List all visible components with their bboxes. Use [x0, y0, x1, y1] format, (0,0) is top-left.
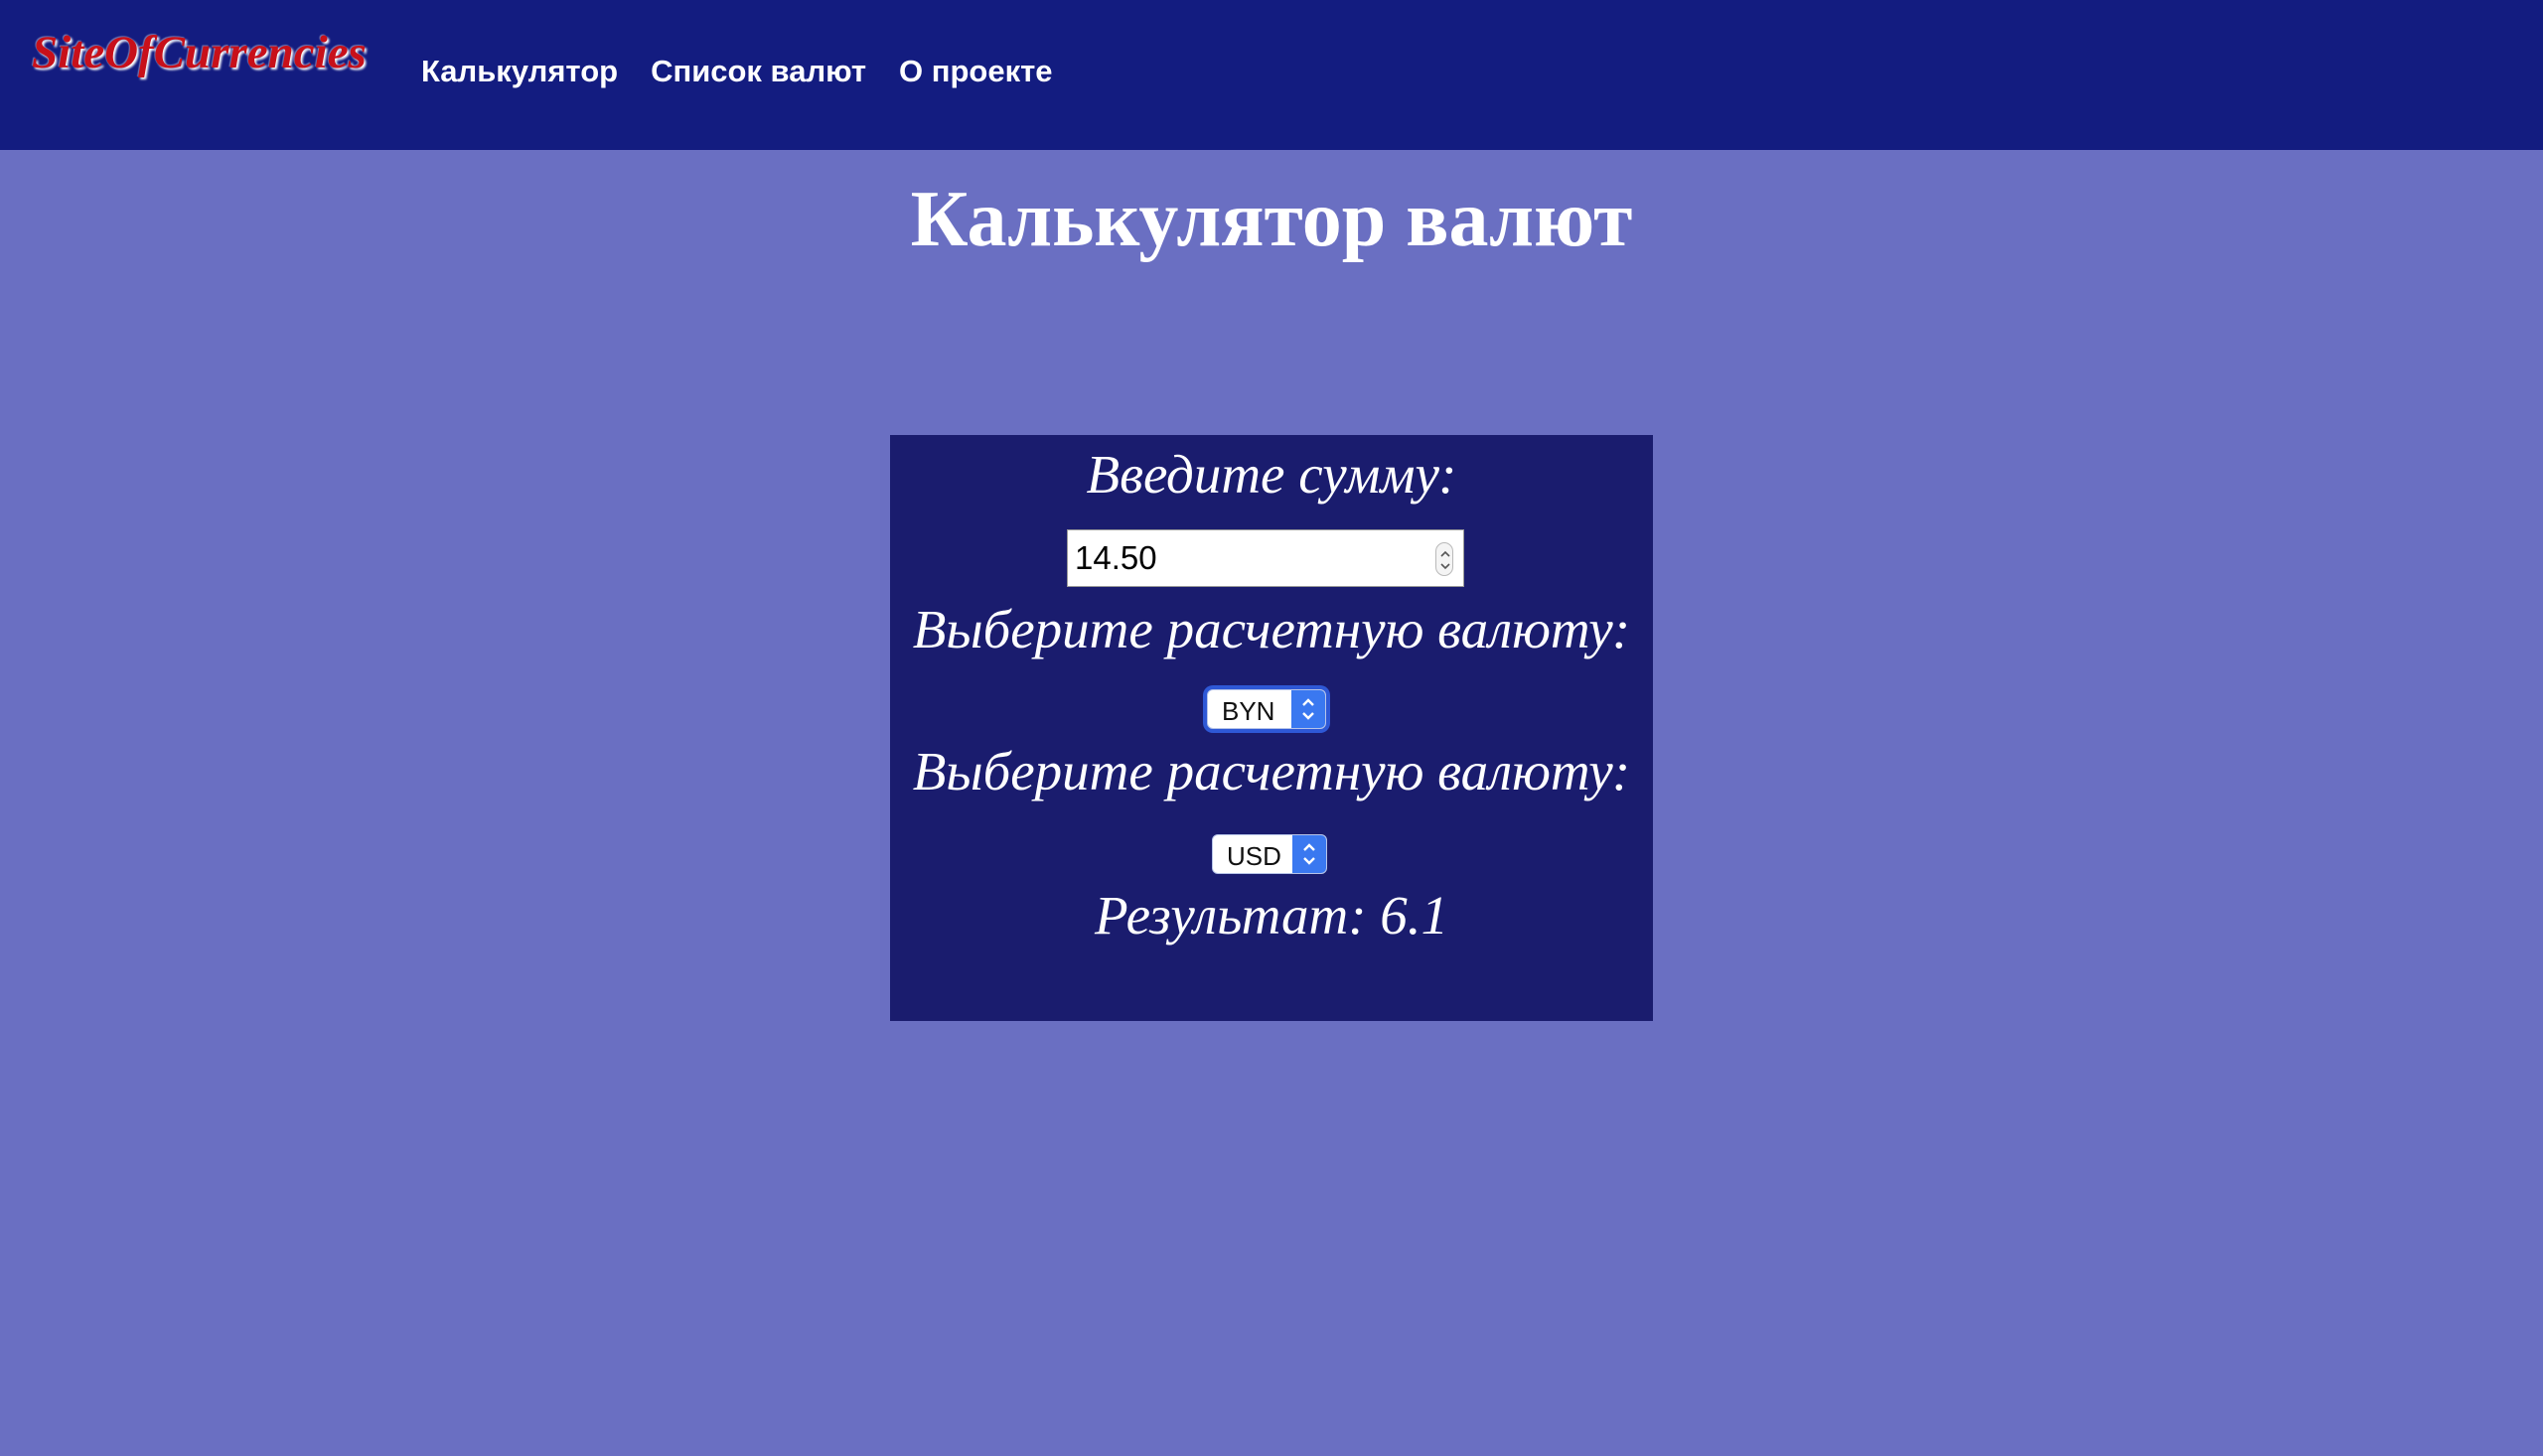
result-text: Результат: 6.1	[1094, 885, 1449, 946]
nav-item-calculator[interactable]: Калькулятор	[421, 54, 618, 89]
nav-item-about[interactable]: О проекте	[899, 54, 1053, 89]
calculator-panel: Введите сумму: Выберите расчетную валюту…	[890, 435, 1653, 1021]
page-title: Калькулятор валют	[910, 176, 1633, 263]
nav-item-currency-list[interactable]: Список валют	[651, 54, 866, 89]
to-currency-select[interactable]: USD	[1212, 834, 1327, 874]
to-currency-value: USD	[1227, 841, 1281, 871]
amount-input[interactable]	[1068, 530, 1416, 586]
main-nav: Калькулятор Список валют О проекте	[421, 54, 1053, 89]
from-currency-value: BYN	[1222, 696, 1275, 726]
from-currency-select[interactable]: BYN	[1207, 689, 1326, 729]
amount-field[interactable]	[1067, 529, 1464, 587]
up-down-stepper-icon[interactable]	[1435, 542, 1453, 576]
chevron-up-down-icon	[1292, 835, 1326, 873]
to-currency-label: Выберите расчетную валюту:	[912, 741, 1631, 801]
site-logo[interactable]: SiteOfCurrencies	[32, 26, 367, 79]
chevron-up-down-icon	[1291, 690, 1325, 728]
from-currency-label: Выберите расчетную валюту:	[912, 599, 1631, 659]
amount-label: Введите сумму:	[1086, 444, 1457, 505]
site-header: SiteOfCurrencies Калькулятор Список валю…	[0, 0, 2543, 150]
